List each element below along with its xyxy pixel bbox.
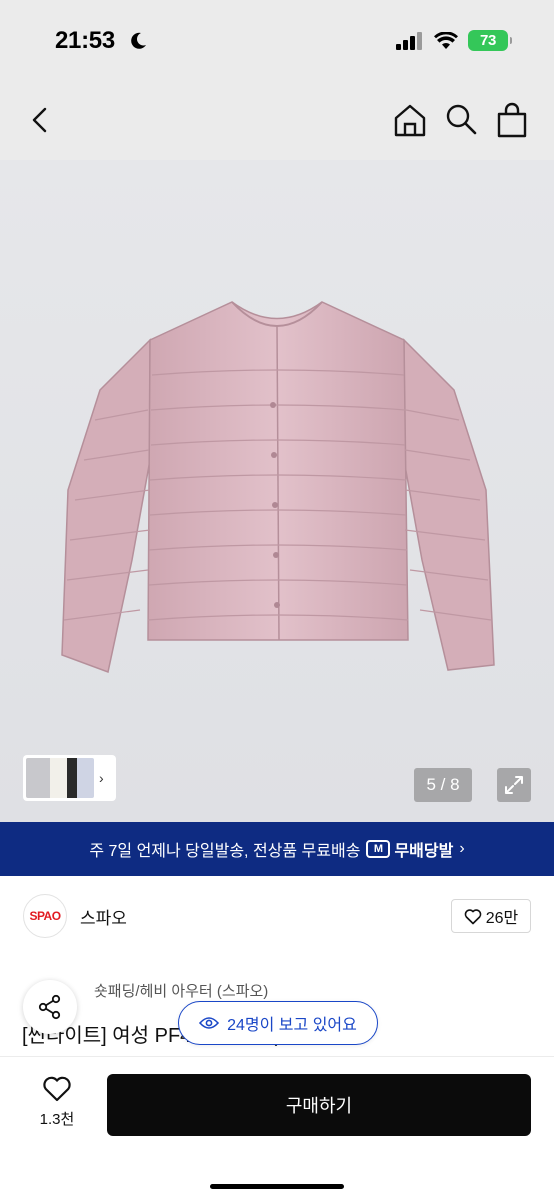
- status-time: 21:53: [55, 27, 115, 54]
- shopping-bag-icon[interactable]: [496, 102, 528, 138]
- shop-like-button[interactable]: 26만: [451, 899, 531, 933]
- shop-row[interactable]: SPAO 스파오 26만: [0, 892, 554, 940]
- signal-icon: [396, 31, 422, 50]
- image-counter: 5 / 8: [414, 768, 472, 802]
- wish-button[interactable]: 1.3천: [30, 1075, 84, 1129]
- status-bar: 21:53 73: [0, 0, 554, 80]
- thumbnail-strip-button[interactable]: ›: [23, 755, 116, 801]
- shop-like-count: 26만: [485, 910, 519, 927]
- expand-button[interactable]: [497, 768, 531, 802]
- banner-brand: M 무배당발: [366, 837, 453, 861]
- bottom-action-bar: 1.3천 구매하기: [0, 1056, 554, 1200]
- top-nav: [0, 80, 554, 160]
- home-indicator: [210, 1184, 344, 1189]
- shop-name[interactable]: 스파오: [80, 904, 127, 929]
- search-icon[interactable]: [444, 102, 478, 136]
- chevron-right-icon: ›: [99, 770, 104, 786]
- wifi-icon: [434, 31, 458, 49]
- share-button[interactable]: [23, 980, 77, 1034]
- category-breadcrumb[interactable]: 숏패딩/헤비 아우터 (스파오): [94, 980, 268, 1001]
- wish-count: 1.3천: [39, 1111, 75, 1128]
- share-icon: [38, 994, 61, 1020]
- battery-level: 73: [479, 32, 497, 49]
- banner-text: 주 7일 언제나 당일발송, 전상품 무료배송: [89, 843, 361, 860]
- product-image-gallery[interactable]: › 5 / 8: [0, 160, 554, 822]
- heart-icon: [43, 1076, 71, 1102]
- product-image: [61, 301, 495, 674]
- delivery-truck-icon: M: [366, 840, 391, 858]
- viewers-text: 24명이 보고 있어요: [227, 1017, 357, 1034]
- eye-icon: [199, 1017, 220, 1029]
- home-icon[interactable]: [392, 102, 428, 138]
- viewers-badge: 24명이 보고 있어요: [178, 1001, 378, 1045]
- expand-icon: [505, 776, 523, 794]
- battery-indicator: 73: [468, 30, 512, 51]
- buy-button[interactable]: 구매하기: [107, 1074, 531, 1136]
- moon-icon: [131, 32, 146, 49]
- banner-brand-label: 무배당발: [394, 843, 454, 860]
- heart-icon: [464, 908, 482, 924]
- chevron-right-icon: ›: [459, 840, 465, 857]
- chevron-left-icon[interactable]: [25, 104, 57, 136]
- shop-logo[interactable]: SPAO: [23, 894, 67, 938]
- shipping-banner[interactable]: 주 7일 언제나 당일발송, 전상품 무료배송 M 무배당발 ›: [0, 822, 554, 876]
- thumbnail-image: [26, 758, 94, 798]
